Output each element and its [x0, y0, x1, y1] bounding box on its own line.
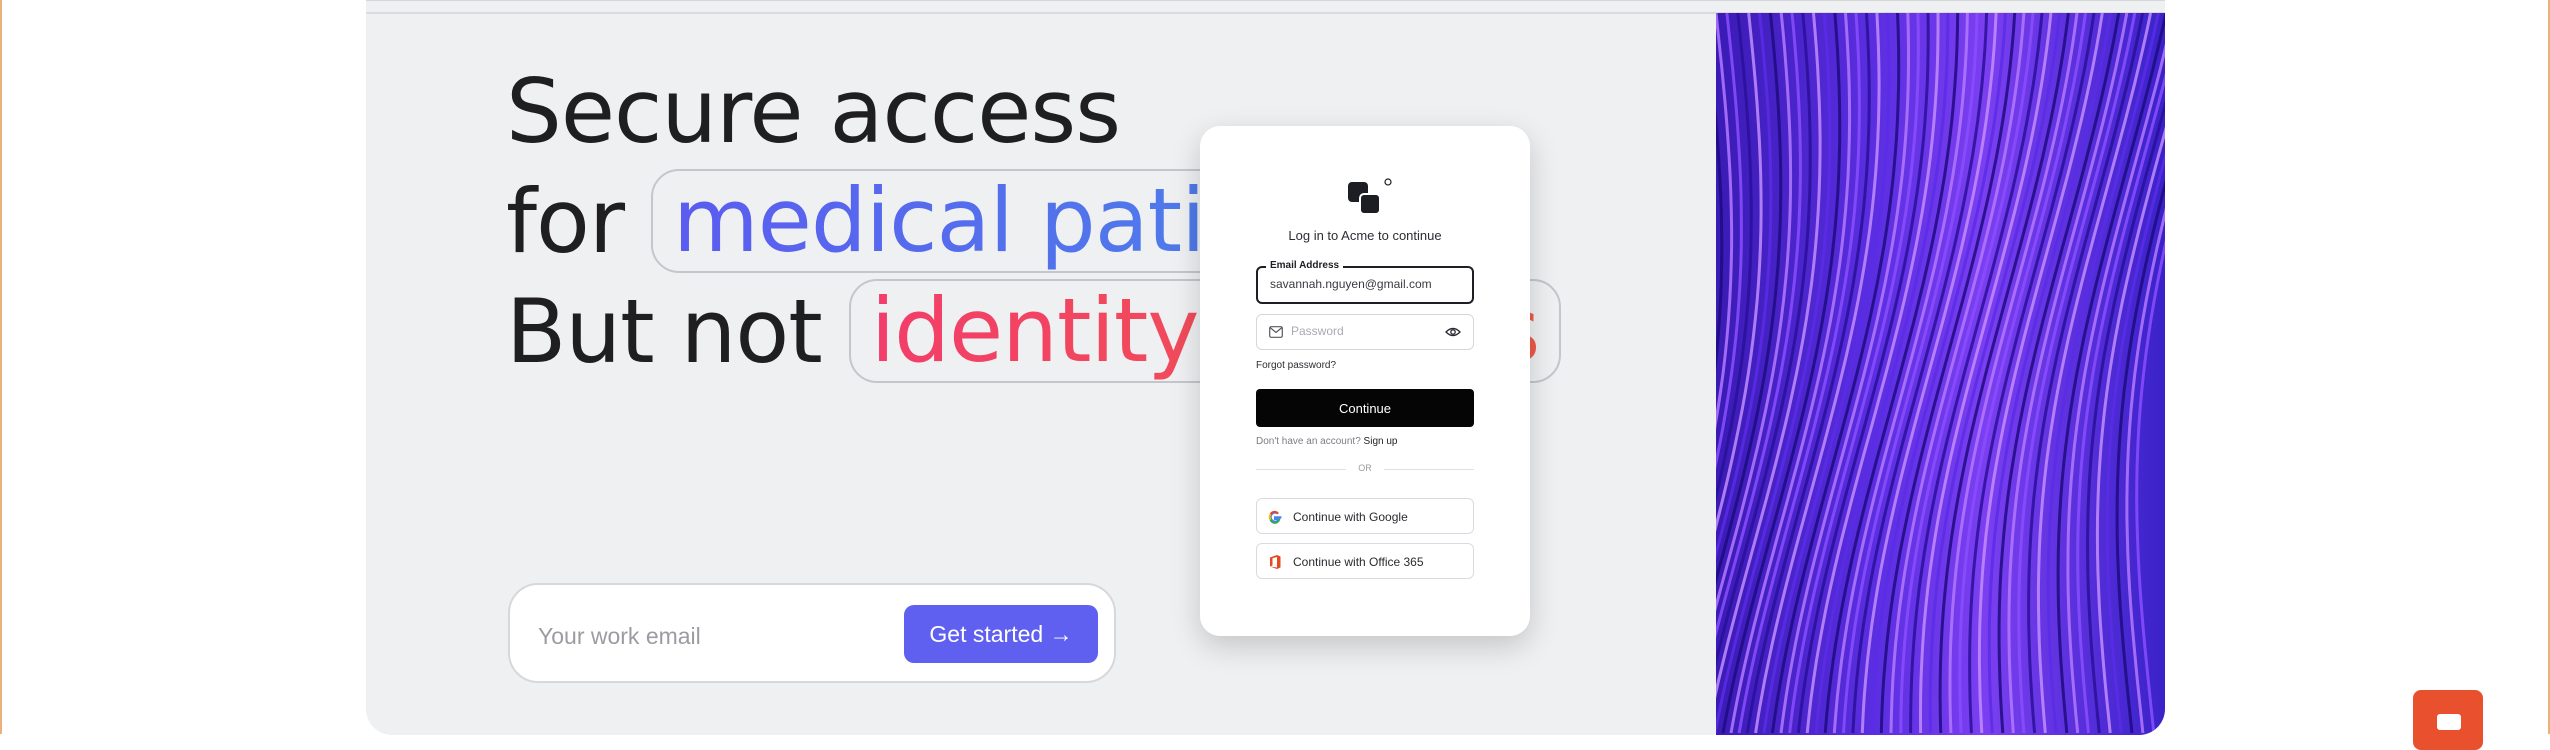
wave-line [1823, 13, 1960, 734]
continue-with-office-365-button[interactable]: Continue with Office 365 [1256, 543, 1474, 579]
no-account-text: Don't have an account? [1256, 436, 1361, 447]
chat-icon [2437, 714, 2461, 730]
chat-widget-button[interactable] [2413, 690, 2483, 750]
wave-line [1860, 13, 1998, 734]
work-email-input[interactable] [536, 615, 900, 657]
or-divider: OR [1256, 462, 1474, 476]
continue-button[interactable]: Continue [1256, 389, 1474, 427]
office-365-icon [1270, 555, 1281, 569]
mail-icon [1269, 326, 1283, 338]
or-divider-line-right [1384, 469, 1474, 470]
decorative-wave-art [1716, 13, 2165, 735]
wave-lines-graphic [1716, 13, 2165, 734]
google-icon [1268, 510, 1282, 524]
continue-with-google-button[interactable]: Continue with Google [1256, 498, 1474, 534]
headline-line-2-prefix: for [506, 170, 625, 273]
email-input[interactable] [1270, 277, 1466, 291]
eye-icon[interactable] [1445, 326, 1461, 338]
office-365-button-label: Continue with Office 365 [1293, 555, 1424, 569]
get-started-button[interactable]: Get started → [904, 605, 1098, 663]
or-divider-label: OR [1358, 463, 1372, 473]
forgot-password-link[interactable]: Forgot password? [1256, 360, 1336, 371]
signup-prompt: Don't have an account? Sign up [1256, 436, 1397, 447]
email-field-label: Email Address [1266, 260, 1344, 271]
login-title: Log in to Acme to continue [1288, 228, 1442, 243]
google-button-label: Continue with Google [1293, 510, 1408, 524]
password-field [1256, 314, 1474, 350]
login-card: Log in to Acme to continue Email Address… [1200, 126, 1530, 636]
signup-form: Get started → [508, 583, 1116, 683]
headline-line-3-prefix: But not [506, 280, 823, 383]
page-edge-left [0, 0, 2, 734]
sign-up-link[interactable]: Sign up [1364, 436, 1398, 447]
acme-logo-icon [1348, 178, 1392, 215]
email-field: Email Address [1256, 260, 1474, 304]
password-input[interactable] [1291, 324, 1431, 338]
wave-line [1716, 13, 1743, 470]
